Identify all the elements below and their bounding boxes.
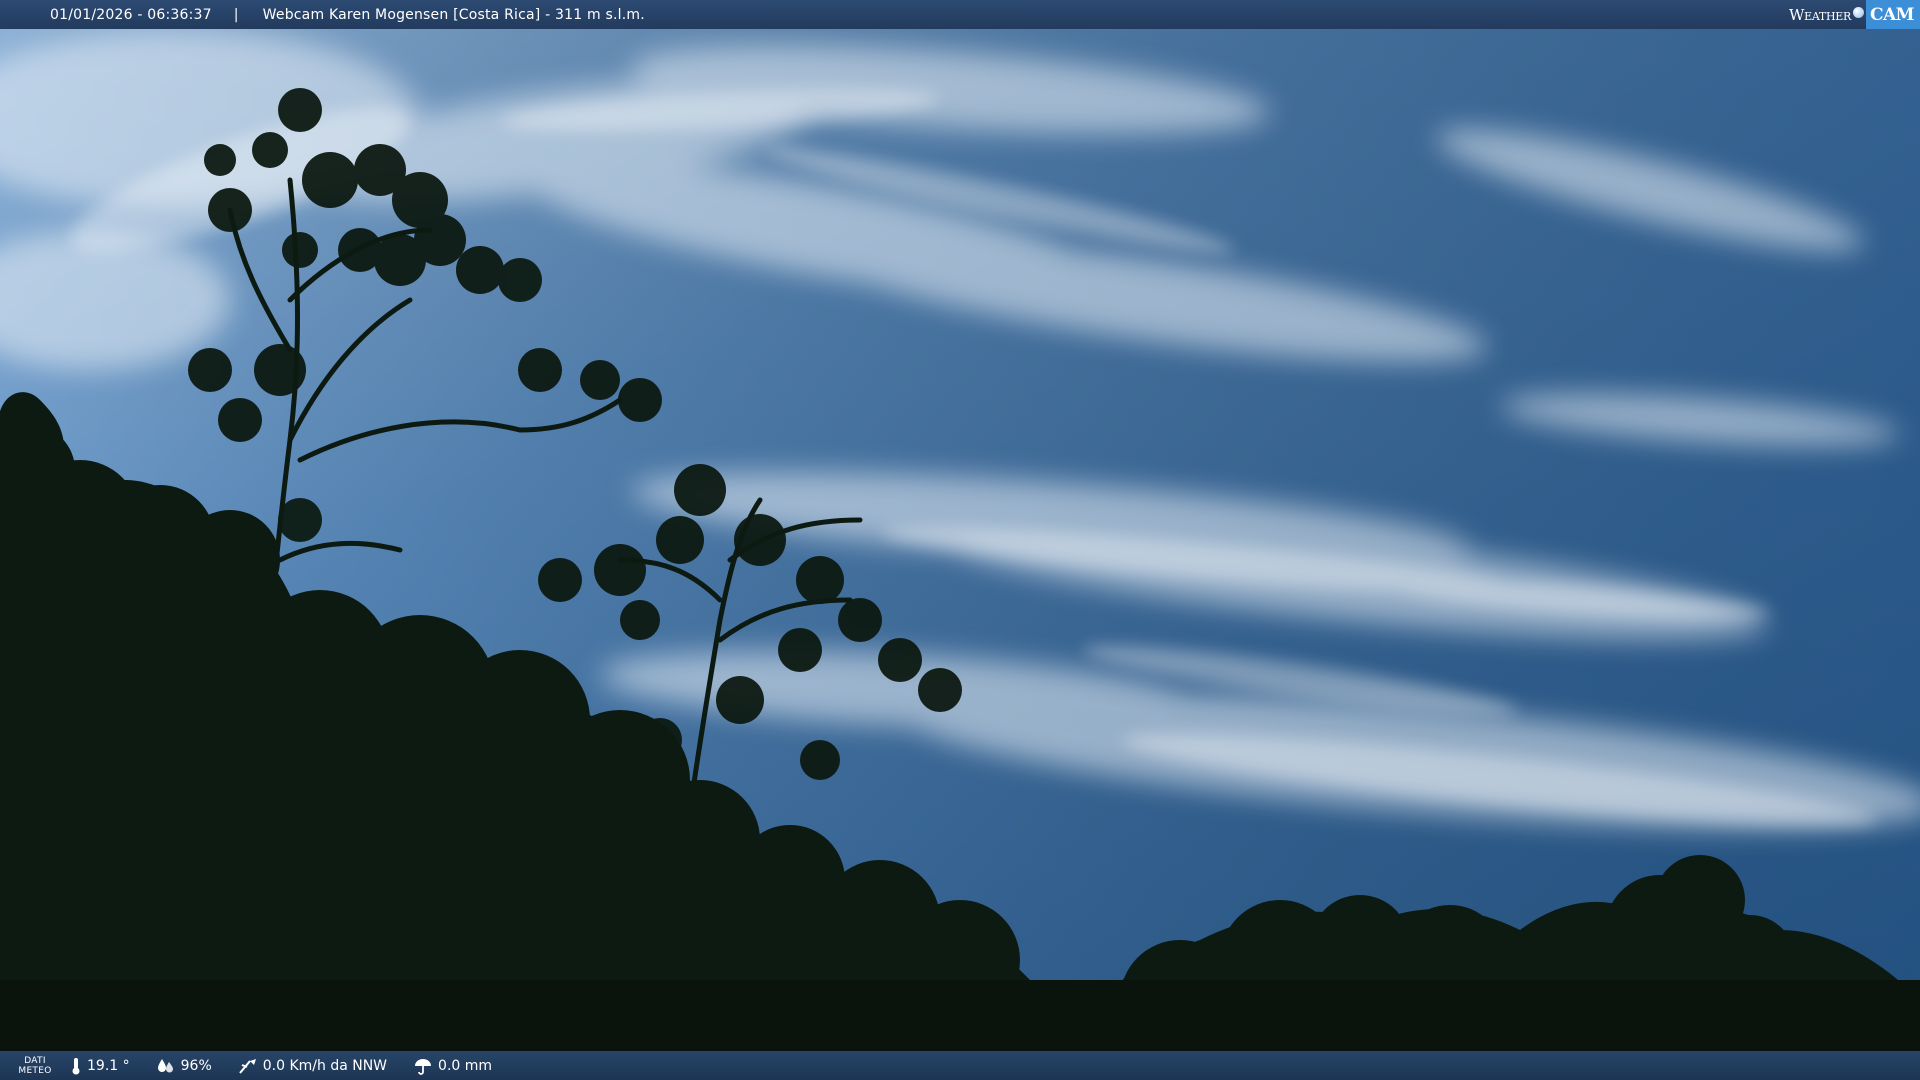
dati-label-line1: DATI xyxy=(24,1055,46,1066)
rain-value: 0.0 mm xyxy=(438,1057,493,1074)
dati-meteo-label: DATI METEO xyxy=(0,1056,70,1076)
timestamp: 01/01/2026 - 06:36:37 xyxy=(50,6,212,23)
weather-data-bar: DATI METEO 19.1 ° 96% 0.0 Km/h da NNW 0.… xyxy=(0,1051,1920,1080)
webcam-title: Webcam Karen Mogensen [Costa Rica] - 311… xyxy=(262,6,645,23)
logo-cam-text: CAM xyxy=(1865,0,1920,29)
dati-label-line2: METEO xyxy=(18,1065,52,1076)
rain-umbrella-icon xyxy=(415,1058,432,1075)
humidity-drop-icon xyxy=(157,1058,173,1072)
top-info-bar: 01/01/2026 - 06:36:37 | Webcam Karen Mog… xyxy=(0,0,1920,29)
wind-value: 0.0 Km/h da NNW xyxy=(262,1057,388,1074)
logo-dot-icon xyxy=(1852,7,1864,18)
logo-weather-text: Weather xyxy=(1789,5,1851,24)
weathercam-logo[interactable]: Weather CAM xyxy=(1789,0,1920,29)
temperature-value: 19.1 ° xyxy=(87,1057,130,1074)
webcam-frame: 01/01/2026 - 06:36:37 | Webcam Karen Mog… xyxy=(0,0,1920,1080)
rain-metric: 0.0 mm xyxy=(413,1057,492,1075)
humidity-value: 96% xyxy=(180,1057,212,1074)
wind-metric: 0.0 Km/h da NNW xyxy=(238,1057,387,1075)
webcam-image xyxy=(0,0,1920,1080)
wind-icon xyxy=(238,1058,256,1074)
header-separator: | xyxy=(233,6,239,23)
humidity-metric: 96% xyxy=(156,1057,212,1075)
temperature-metric: 19.1 ° xyxy=(70,1057,130,1075)
thermometer-icon xyxy=(72,1057,80,1074)
